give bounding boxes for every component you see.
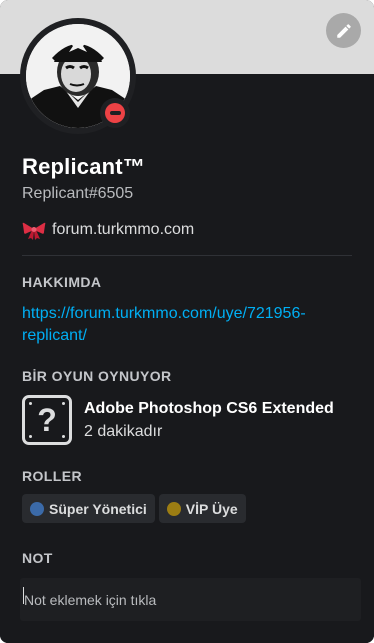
about-section-title: HAKKIMDA [22,274,102,290]
note-section-title: NOT [22,550,53,566]
about-link[interactable]: https://forum.turkmmo.com/uye/721956-rep… [22,303,352,347]
role-label: Süper Yönetici [49,500,147,517]
edit-profile-button[interactable] [326,13,361,48]
note-input[interactable] [20,578,361,621]
role-label: VİP Üye [185,500,238,517]
pencil-icon [336,23,351,38]
unknown-game-icon: ? [22,395,72,445]
do-not-disturb-icon [105,103,125,123]
divider [22,255,352,256]
game-elapsed: 2 dakikadır [84,422,163,440]
status-indicator [100,98,130,128]
user-tag: Replicant#6505 [22,185,134,202]
user-profile-popout: Replicant™ Replicant#6505 forum.turkmmo.… [0,0,374,643]
roles-list: Süper Yönetici VİP Üye [22,494,246,523]
custom-status-text: forum.turkmmo.com [52,221,195,238]
playing-section-title: BİR OYUN OYNUYOR [22,368,172,384]
ribbon-bow-icon [22,222,46,240]
custom-status: forum.turkmmo.com [22,220,194,240]
role-super-admin[interactable]: Süper Yönetici [22,494,155,523]
role-color-dot [166,501,181,516]
role-vip-member[interactable]: VİP Üye [158,494,246,523]
text-caret [23,587,24,604]
game-name: Adobe Photoshop CS6 Extended [84,399,334,417]
profile-info: Replicant™ Replicant#6505 forum.turkmmo.… [12,140,362,643]
game-activity: ? Adobe Photoshop CS6 Extended 2 dakikad… [22,395,334,445]
role-color-dot [30,501,44,516]
username: Replicant™ [22,154,146,179]
game-details: Adobe Photoshop CS6 Extended 2 dakikadır [84,400,334,441]
roles-section-title: ROLLER [22,468,82,484]
